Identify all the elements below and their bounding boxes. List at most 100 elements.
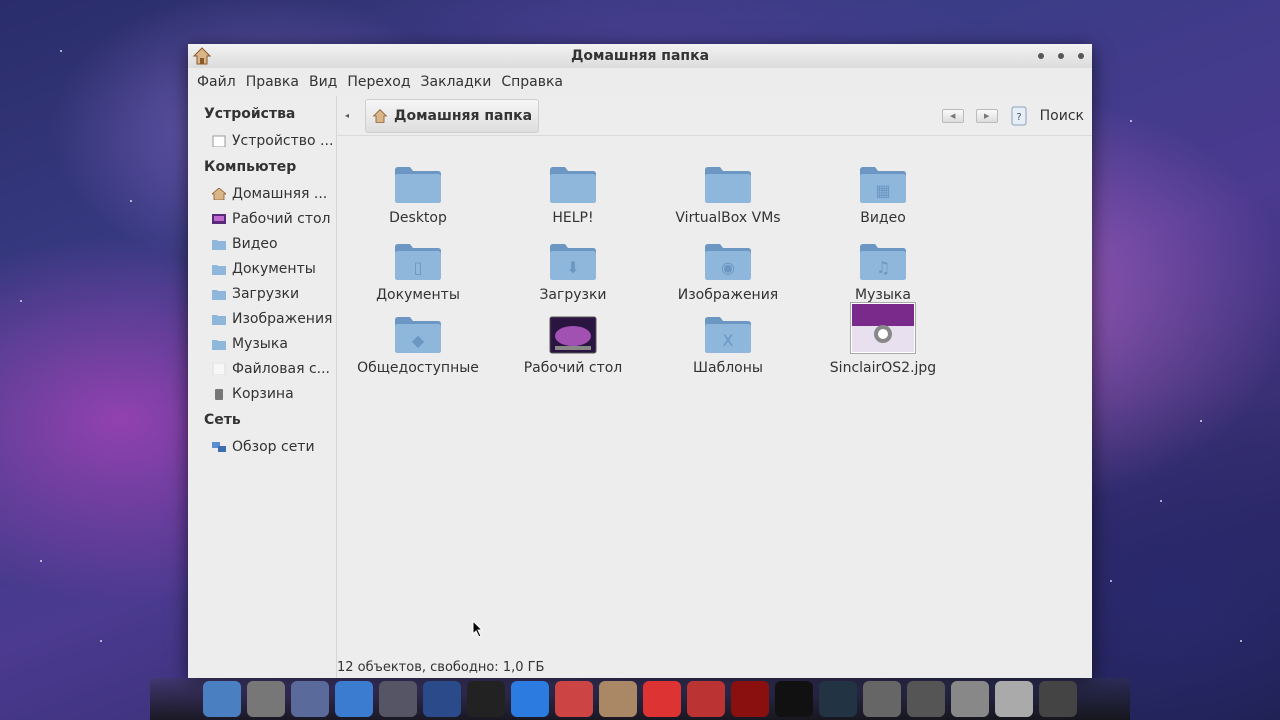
disk-icon[interactable] [951, 681, 989, 717]
sidebar-item-label: Документы [232, 260, 316, 277]
sidebar-item[interactable]: Обзор сети [188, 434, 336, 459]
breadcrumb-home[interactable]: Домашняя папка [365, 98, 540, 133]
camera-icon[interactable] [467, 681, 505, 717]
network-icon [212, 441, 226, 452]
menu-file[interactable]: Файл [192, 74, 241, 90]
file-name: Desktop [389, 210, 447, 226]
file-item[interactable]: X Шаблоны [653, 300, 803, 376]
file-item[interactable]: ▯ Документы [343, 227, 493, 303]
file-name: Шаблоны [693, 360, 763, 376]
downloads-folder-icon: ⬇ [498, 227, 648, 281]
maximize-button[interactable] [1058, 53, 1064, 59]
menu-view[interactable]: Вид [304, 74, 342, 90]
folder-icon [212, 264, 226, 275]
monitor-icon[interactable] [819, 681, 857, 717]
sidebar: Устройства Устройство ... Компьютер Домашня… [188, 96, 336, 678]
sidebar-item[interactable]: Файловая с... [188, 356, 336, 381]
sidebar-section-title: Компьютер [204, 159, 297, 175]
svg-text:X: X [723, 331, 734, 350]
sidebar-item[interactable]: Домашняя ... [188, 181, 336, 206]
folder-icon [212, 339, 226, 350]
app-icon[interactable] [907, 681, 945, 717]
image-thumbnail-icon [808, 300, 958, 354]
mail-icon[interactable] [291, 681, 329, 717]
safari-icon[interactable] [335, 681, 373, 717]
file-item[interactable]: ▦ Видео [808, 150, 958, 226]
file-name: Рабочий стол [523, 360, 623, 376]
file-grid: Desktop HELP! VirtualBox VMs ▦ Видео ▯ Докумен… [337, 136, 1092, 656]
video-folder-icon: ▦ [808, 150, 958, 204]
svg-text:▦: ▦ [875, 181, 890, 200]
home-icon [372, 108, 388, 123]
menu-help[interactable]: Справка [496, 74, 568, 90]
sidebar-section-title: Устройства [204, 106, 296, 122]
sidebar-item[interactable]: Видео [188, 231, 336, 256]
file-item[interactable]: Рабочий стол [498, 300, 648, 376]
sidebar-item[interactable]: Документы [188, 256, 336, 281]
sidebar-section-title: Сеть [204, 412, 241, 428]
app-icon[interactable] [687, 681, 725, 717]
app-icon[interactable] [643, 681, 681, 717]
file-item[interactable]: Desktop [343, 150, 493, 226]
file-item[interactable]: SinclairOS2.jpg [808, 300, 958, 376]
minimize-button[interactable] [1038, 53, 1044, 59]
window-title: Домашняя папка [570, 48, 710, 64]
file-name: Видео [860, 210, 906, 226]
search-icon[interactable] [995, 681, 1033, 717]
file-item[interactable]: VirtualBox VMs [653, 150, 803, 226]
svg-text:♫: ♫ [876, 258, 890, 277]
pictures-folder-icon: ◉ [653, 227, 803, 281]
svg-text:◆: ◆ [412, 331, 425, 350]
mouse-cursor-icon [472, 620, 484, 638]
dock [150, 678, 1130, 720]
back-button[interactable]: ◀ [941, 108, 964, 123]
search-icon[interactable]: ? [1010, 106, 1028, 126]
file-item[interactable]: ♫ Музыка [808, 227, 958, 303]
preview-icon[interactable] [599, 681, 637, 717]
app-icon[interactable] [731, 681, 769, 717]
finder-icon[interactable] [203, 681, 241, 717]
menu-go[interactable]: Переход [342, 74, 415, 90]
location-bar: ◂ Домашняя папка ◀ ▶ ? Поиск [337, 96, 1092, 136]
path-left-arrow-icon[interactable]: ◂ [345, 111, 355, 120]
calculator-icon[interactable] [247, 681, 285, 717]
home-icon [212, 187, 226, 200]
itunes-icon[interactable] [511, 681, 549, 717]
documents-folder-icon: ▯ [343, 227, 493, 281]
file-item[interactable]: ◆ Общедоступные [343, 300, 493, 376]
menu-edit[interactable]: Правка [241, 74, 304, 90]
folder-icon [343, 150, 493, 204]
file-item[interactable]: ⬇ Загрузки [498, 227, 648, 303]
sidebar-item[interactable]: Устройство ... [188, 128, 336, 153]
sidebar-item[interactable]: Изображения [188, 306, 336, 331]
sidebar-item[interactable]: Корзина [188, 381, 336, 406]
sidebar-item[interactable]: Музыка [188, 331, 336, 356]
close-button[interactable] [1078, 53, 1084, 59]
breadcrumb-label: Домашняя папка [394, 107, 533, 124]
file-name: Общедоступные [357, 360, 479, 376]
photos-icon[interactable] [379, 681, 417, 717]
forward-button[interactable]: ▶ [975, 108, 998, 123]
templates-folder-icon: X [653, 300, 803, 354]
sidebar-item-label: Обзор сети [232, 438, 315, 455]
folder-icon [212, 289, 226, 300]
title-bar[interactable]: Домашняя папка [188, 44, 1092, 68]
trash-icon[interactable] [1039, 681, 1077, 717]
sidebar-item-label: Изображения [232, 310, 333, 327]
settings-icon[interactable] [863, 681, 901, 717]
file-item[interactable]: ◉ Изображения [653, 227, 803, 303]
sidebar-item[interactable]: Рабочий стол [188, 206, 336, 231]
file-name: HELP! [552, 210, 594, 226]
terminal-icon[interactable] [775, 681, 813, 717]
file-item[interactable]: HELP! [498, 150, 648, 226]
sidebar-item-label: Корзина [232, 385, 294, 402]
imovie-icon[interactable] [423, 681, 461, 717]
status-text: 12 объектов, свободно: 1,0 ГБ [337, 659, 545, 675]
calendar-icon[interactable] [555, 681, 593, 717]
menu-bar: Файл Правка Вид Переход Закладки Справка [188, 68, 1092, 96]
sidebar-item[interactable]: Загрузки [188, 281, 336, 306]
sidebar-item-label: Файловая с... [232, 360, 330, 377]
desktop-folder-icon [498, 300, 648, 354]
menu-bookmarks[interactable]: Закладки [416, 74, 497, 90]
search-label[interactable]: Поиск [1040, 108, 1084, 124]
